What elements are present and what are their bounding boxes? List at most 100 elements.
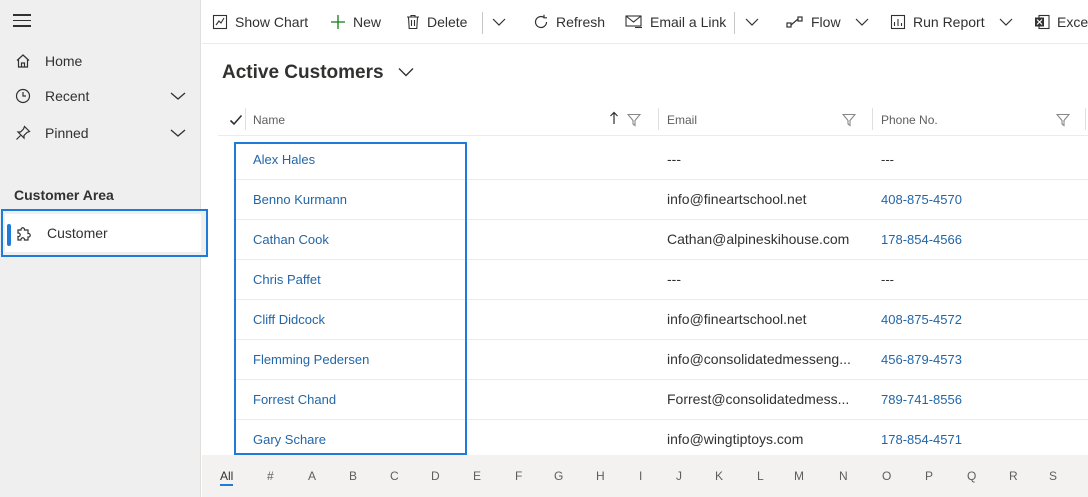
table-row[interactable]: Flemming Pedersen info@consolidatedmesse…: [233, 340, 1088, 380]
table-row[interactable]: Cathan Cook Cathan@alpineskihouse.com 17…: [233, 220, 1088, 260]
filter-icon[interactable]: [842, 113, 856, 127]
new-button[interactable]: New: [330, 0, 381, 44]
jump-letter[interactable]: F: [515, 469, 522, 483]
customer-name-link[interactable]: Cliff Didcock: [253, 312, 325, 327]
jump-letter[interactable]: G: [554, 469, 563, 483]
jump-letter[interactable]: C: [390, 469, 399, 483]
sidebar-item-recent[interactable]: Recent: [0, 78, 200, 114]
customer-name-link[interactable]: Cathan Cook: [253, 232, 329, 247]
phone-link[interactable]: 789-741-8556: [881, 392, 962, 407]
jump-letter[interactable]: R: [1009, 469, 1018, 483]
chart-icon: [212, 14, 228, 30]
sidebar-item-label: Home: [45, 53, 83, 69]
jump-letter[interactable]: H: [596, 469, 605, 483]
table-row[interactable]: Gary Schare info@wingtiptoys.com 178-854…: [233, 420, 1088, 455]
email-cell: info@fineartschool.net: [667, 311, 807, 327]
filter-icon[interactable]: [1056, 113, 1070, 127]
jump-letter[interactable]: D: [431, 469, 440, 483]
sidebar-item-home[interactable]: Home: [0, 43, 200, 79]
puzzle-icon: [17, 227, 31, 241]
jump-letter-all[interactable]: All: [220, 469, 234, 486]
customer-name-link[interactable]: Chris Paffet: [253, 272, 321, 287]
jump-letter[interactable]: A: [308, 469, 316, 483]
flow-button[interactable]: Flow: [786, 0, 876, 44]
table-row[interactable]: Alex Hales --- ---: [233, 140, 1088, 180]
table-row[interactable]: Chris Paffet --- ---: [233, 260, 1088, 300]
email-cell: info@fineartschool.net: [667, 191, 807, 207]
pin-icon: [14, 124, 32, 142]
grid-header: Name Email Phone No.: [218, 104, 1088, 136]
jump-letter[interactable]: E: [473, 469, 481, 483]
divider: [482, 12, 483, 34]
email-a-link-button[interactable]: Email a Link: [625, 0, 726, 44]
flow-label: Flow: [811, 14, 841, 30]
delete-button[interactable]: Delete: [406, 0, 467, 44]
table-row[interactable]: Forrest Chand Forrest@consolidatedmess..…: [233, 380, 1088, 420]
jump-letter[interactable]: B: [349, 469, 357, 483]
jump-letter[interactable]: N: [839, 469, 848, 483]
table-row[interactable]: Cliff Didcock info@fineartschool.net 408…: [233, 300, 1088, 340]
hamburger-menu-icon[interactable]: [13, 14, 31, 28]
phone-link[interactable]: 408-875-4572: [881, 312, 962, 327]
email-a-link-label: Email a Link: [650, 14, 727, 30]
run-report-label: Run Report: [913, 14, 985, 30]
customer-name-link[interactable]: Forrest Chand: [253, 392, 336, 407]
jump-letter[interactable]: P: [925, 469, 933, 483]
command-bar: Show Chart New Delete Refresh Email a Li…: [202, 0, 1088, 44]
show-chart-label: Show Chart: [235, 14, 309, 30]
more-delete-options-button[interactable]: [492, 0, 513, 44]
select-all-checkmark-icon[interactable]: [228, 112, 244, 128]
jump-letter[interactable]: K: [715, 469, 723, 483]
jump-letter[interactable]: I: [639, 469, 642, 483]
refresh-icon: [534, 14, 548, 29]
table-row[interactable]: Benno Kurmann info@fineartschool.net 408…: [233, 180, 1088, 220]
refresh-label: Refresh: [556, 14, 606, 30]
sidebar-item-customer[interactable]: Customer: [5, 214, 201, 252]
column-header-name[interactable]: Name: [253, 113, 285, 127]
email-cell: ---: [667, 151, 681, 167]
sidebar: Home Recent Pinned Customer Area Custome…: [0, 0, 208, 497]
view-title: Active Customers: [222, 62, 384, 83]
column-divider: [872, 108, 873, 130]
excel-label: Excel: [1057, 14, 1088, 30]
divider: [734, 12, 735, 34]
flow-icon: [786, 16, 803, 28]
jump-letter[interactable]: O: [882, 469, 891, 483]
excel-button[interactable]: Excel: [1034, 0, 1088, 44]
more-email-options-button[interactable]: [745, 0, 766, 44]
chevron-down-icon: [492, 18, 506, 26]
customer-name-link[interactable]: Gary Schare: [253, 432, 326, 447]
jump-letter[interactable]: #: [267, 469, 274, 483]
refresh-button[interactable]: Refresh: [533, 0, 605, 44]
jump-letter[interactable]: S: [1049, 469, 1057, 483]
chevron-down-icon[interactable]: [170, 128, 186, 138]
column-divider: [245, 108, 246, 130]
customer-name-link[interactable]: Flemming Pedersen: [253, 352, 369, 367]
customer-name-link[interactable]: Alex Hales: [253, 152, 315, 167]
show-chart-button[interactable]: Show Chart: [212, 0, 308, 44]
chevron-down-icon: [999, 18, 1013, 26]
phone-link[interactable]: 408-875-4570: [881, 192, 962, 207]
run-report-button[interactable]: Run Report: [890, 0, 1020, 44]
jump-letter[interactable]: L: [757, 469, 764, 483]
column-header-phone[interactable]: Phone No.: [881, 113, 938, 127]
phone-link[interactable]: 178-854-4571: [881, 432, 962, 447]
chevron-down-icon: [855, 18, 868, 26]
trash-icon: [407, 14, 419, 30]
sidebar-item-pinned[interactable]: Pinned: [0, 115, 200, 151]
phone-link[interactable]: 178-854-4566: [881, 232, 962, 247]
chevron-down-icon[interactable]: [170, 91, 186, 101]
report-icon: [890, 14, 906, 30]
jump-letter[interactable]: M: [794, 469, 804, 483]
filter-icon[interactable]: [627, 113, 641, 127]
view-selector-chevron-icon[interactable]: [397, 66, 415, 78]
sort-ascending-icon[interactable]: [609, 111, 619, 125]
jump-letter[interactable]: J: [676, 469, 682, 483]
jump-letter[interactable]: Q: [967, 469, 976, 483]
clock-icon: [14, 87, 32, 105]
customer-name-link[interactable]: Benno Kurmann: [253, 192, 347, 207]
phone-link[interactable]: 456-879-4573: [881, 352, 962, 367]
plus-icon: [331, 15, 345, 29]
column-header-email[interactable]: Email: [667, 113, 697, 127]
sidebar-item-label: Recent: [45, 88, 90, 104]
